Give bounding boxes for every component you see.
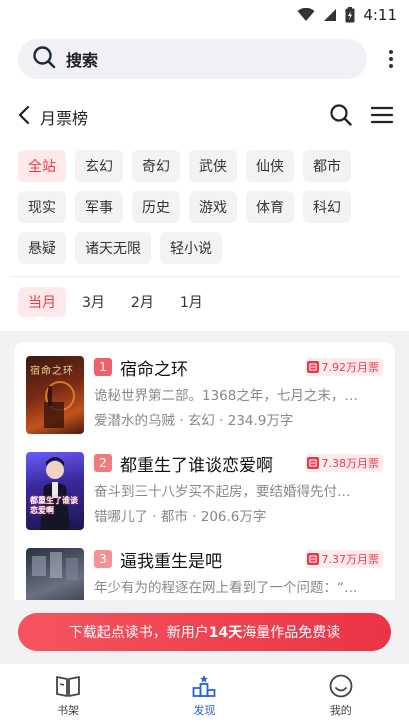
book-cover: [26, 548, 84, 600]
category-tag[interactable]: 科幻: [303, 191, 351, 223]
ticket-icon: [306, 361, 319, 373]
clock: 4:11: [363, 6, 397, 24]
category-tag[interactable]: 悬疑: [18, 232, 66, 264]
top-panel: 4:11 搜索 月票榜 全站 玄幻 奇幻 武侠 仙侠 都市 现实 军事 历史 游…: [0, 0, 409, 331]
tab-discover[interactable]: 发现: [136, 664, 272, 728]
book-item[interactable]: 3 逼我重生是吧 7.37万月票 年少有为的程逐在网上看到了一个问题：“…: [26, 548, 383, 600]
cover-art-icon: [32, 552, 78, 580]
chevron-left-icon: [18, 105, 30, 125]
votes-count: 7.38万月票: [321, 457, 380, 470]
category-tag[interactable]: 体育: [246, 191, 294, 223]
page-title: 月票榜: [40, 109, 89, 128]
battery-icon: [345, 7, 355, 23]
period-tab[interactable]: 2月: [121, 287, 164, 317]
tab-label: 书架: [57, 704, 80, 717]
category-tag[interactable]: 仙侠: [246, 150, 294, 182]
period-filter: 当月 3月 2月 1月: [0, 277, 409, 331]
search-icon: [330, 104, 352, 126]
book-description: 年少有为的程逐在网上看到了一个问题：“…: [94, 580, 358, 596]
signal-icon: [323, 8, 337, 22]
category-tag[interactable]: 现实: [18, 191, 66, 223]
votes-count: 7.37万月票: [321, 553, 380, 566]
book-title: 逼我重生是吧: [120, 551, 222, 572]
rank-badge: 1: [94, 358, 112, 376]
book-cover: 都重生了谁谈恋爱啊: [26, 452, 84, 530]
tab-label: 我的: [329, 704, 352, 717]
book-title: 宿命之环: [120, 359, 188, 380]
category-tag[interactable]: 都市: [303, 150, 351, 182]
ticket-icon: [306, 553, 319, 565]
book-description: 奋斗到三十八岁买不起房，要结婚得先付…: [94, 484, 351, 500]
hamburger-menu-icon: [370, 106, 394, 124]
period-tab[interactable]: 1月: [170, 287, 213, 317]
tab-label: 发现: [193, 704, 216, 717]
tab-bookshelf[interactable]: 书架: [0, 664, 136, 728]
category-tag[interactable]: 玄幻: [75, 150, 123, 182]
search-placeholder: 搜索: [66, 51, 99, 70]
category-tag[interactable]: 轻小说: [160, 232, 222, 264]
book-item[interactable]: 宿命之环 1 宿命之环 7.92万月票 诡秘世界第二部。1368之年，七月之末，…: [26, 356, 383, 452]
banner-text-suffix: 海量作品免费读: [242, 625, 341, 641]
banner-text-highlight: 14天: [208, 625, 243, 641]
category-tag[interactable]: 武侠: [189, 150, 237, 182]
category-tag[interactable]: 军事: [75, 191, 123, 223]
period-tab-current[interactable]: 当月: [18, 287, 66, 317]
status-bar: 4:11: [0, 0, 409, 30]
category-tag[interactable]: 诸天无限: [75, 232, 151, 264]
book-cover: 宿命之环: [26, 356, 84, 434]
podium-icon: [193, 675, 216, 697]
category-tag[interactable]: 奇幻: [132, 150, 180, 182]
ranking-list: 宿命之环 1 宿命之环 7.92万月票 诡秘世界第二部。1368之年，七月之末，…: [0, 330, 409, 600]
period-tab[interactable]: 3月: [72, 287, 115, 317]
list-menu-button[interactable]: [370, 106, 394, 128]
bottom-tab-bar: 书架 发现 我的: [0, 664, 409, 728]
category-tag[interactable]: 游戏: [189, 191, 237, 223]
book-item[interactable]: 都重生了谁谈恋爱啊 2 都重生了谁谈恋爱啊 7.38万月票 奋斗到三十八岁买不起…: [26, 452, 383, 548]
banner-text-prefix: 下载起点读书，新用户: [68, 625, 209, 641]
wifi-icon: [297, 8, 315, 22]
category-filter: 全站 玄幻 奇幻 武侠 仙侠 都市 现实 军事 历史 游戏 体育 科幻 悬疑 诸…: [0, 146, 409, 264]
cover-art-icon: [40, 457, 70, 530]
book-description: 诡秘世界第二部。1368之年，七月之末，…: [94, 388, 358, 404]
back-button[interactable]: [18, 105, 30, 129]
tab-me[interactable]: 我的: [273, 664, 409, 728]
book-title: 都重生了谁谈恋爱啊: [120, 455, 273, 476]
more-vertical-icon: [389, 50, 393, 68]
monthly-votes-badge: 7.38万月票: [304, 454, 383, 472]
cover-title: 宿命之环: [30, 366, 74, 377]
header-search-button[interactable]: [329, 103, 353, 131]
smiley-icon: [329, 674, 353, 698]
download-app-banner[interactable]: 下载起点读书，新用户 14天 海量作品免费读: [18, 613, 391, 651]
cover-title: 都重生了谁谈恋爱啊: [30, 496, 78, 515]
category-tag-all[interactable]: 全站: [18, 150, 66, 182]
monthly-votes-badge: 7.92万月票: [304, 358, 383, 376]
more-menu-button[interactable]: [367, 50, 393, 68]
book-meta: 爱潜水的乌贼 · 玄幻 · 234.9万字: [94, 413, 294, 429]
book-meta: 错哪儿了 · 都市 · 206.6万字: [94, 509, 267, 525]
rank-badge: 2: [94, 454, 112, 472]
category-tag[interactable]: 历史: [132, 191, 180, 223]
ranking-card: 宿命之环 1 宿命之环 7.92万月票 诡秘世界第二部。1368之年，七月之末，…: [14, 342, 395, 600]
book-icon: [56, 676, 81, 697]
ticket-icon: [306, 457, 319, 469]
rank-badge: 3: [94, 550, 112, 568]
search-bar[interactable]: 搜索: [18, 39, 367, 79]
votes-count: 7.92万月票: [321, 361, 380, 374]
search-icon: [32, 45, 56, 73]
monthly-votes-badge: 7.37万月票: [304, 550, 383, 568]
